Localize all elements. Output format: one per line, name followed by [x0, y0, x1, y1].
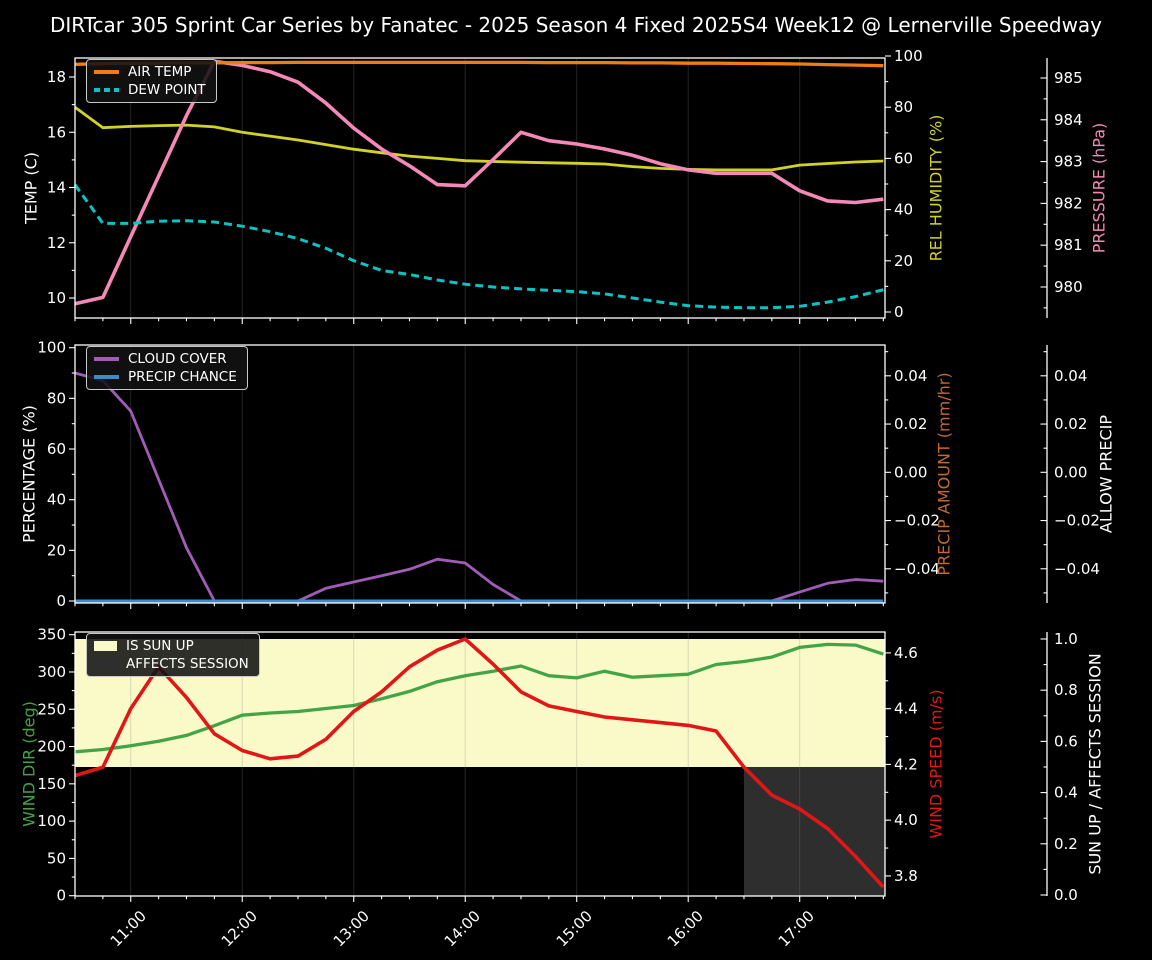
precip-amount-axis-label: PRECIP AMOUNT (mm/hr)	[934, 372, 954, 576]
tick-label: 0.00	[894, 463, 927, 481]
cloud-precip-legend: CLOUD COVER PRECIP CHANCE	[86, 346, 248, 390]
sun-up-patch-swatch	[94, 641, 117, 651]
allow-precip-axis-label: ALLOW PRECIP	[1096, 414, 1116, 534]
legend-label: CLOUD COVER	[128, 351, 227, 367]
legend-item-dew-point: DEW POINT	[94, 82, 206, 98]
tick-label: 4.2	[894, 755, 918, 773]
tick-label: 100	[37, 812, 66, 830]
tick-label: 0.0	[1054, 886, 1078, 904]
tick-label: 0.8	[1054, 681, 1078, 699]
tick-label: 50	[47, 849, 66, 867]
tick-label: 985	[1054, 69, 1083, 87]
wind-sun-legend: IS SUN UP AFFECTS SESSION	[86, 633, 260, 677]
tick-label: 100	[37, 339, 66, 357]
humidity-axis-label: REL HUMIDITY (%)	[926, 114, 946, 262]
tick-label: 4.4	[894, 700, 918, 718]
tick-label: 0.02	[894, 415, 927, 433]
tick-label: 980	[1054, 278, 1083, 296]
tick-label: 16	[47, 123, 66, 141]
tick-label: 250	[37, 700, 66, 718]
wind-speed-axis-label: WIND SPEED (m/s)	[926, 689, 946, 839]
tick-label: 982	[1054, 194, 1083, 212]
legend-item-affects-session: AFFECTS SESSION	[94, 656, 249, 672]
tick-label: 0.2	[1054, 835, 1078, 853]
tick-label: −0.04	[894, 560, 940, 578]
tick-label: 10	[47, 289, 66, 307]
sun-up-axis-label: SUN UP / AFFECTS SESSION	[1085, 653, 1105, 875]
dew-point-line-swatch	[94, 88, 119, 92]
tick-label: 18	[47, 68, 66, 86]
tick-label: 983	[1054, 153, 1083, 171]
dew-point-line	[73, 183, 884, 310]
legend-label: AIR TEMP	[128, 64, 192, 80]
tick-label: 0.6	[1054, 732, 1078, 750]
forecast-chart-svg: 10 12 14 16 18 0 20 40 60 80 100 980 981 982 983 984 985…	[37, 47, 1100, 905]
tick-label: 0.4	[1054, 784, 1078, 802]
tick-label: 100	[894, 47, 923, 65]
tick-label: 0	[56, 592, 66, 610]
tick-label: 14	[47, 179, 66, 197]
tick-label: 40	[894, 201, 913, 219]
tick-label: 150	[37, 775, 66, 793]
tick-label: 4.0	[894, 811, 918, 829]
air-temp-line-swatch	[94, 70, 119, 74]
tick-label: 3.8	[894, 867, 918, 885]
tick-label: −0.04	[1054, 560, 1100, 578]
tick-label: 1.0	[1054, 630, 1078, 648]
tick-label: 60	[894, 149, 913, 167]
precip-chance-line-swatch	[94, 375, 119, 379]
legend-label: IS SUN UP	[126, 638, 194, 654]
tick-label: 200	[37, 738, 66, 756]
rel-humidity-line	[74, 106, 884, 172]
legend-item-is-sun-up: IS SUN UP	[94, 638, 249, 654]
cloud-cover-line	[74, 371, 884, 603]
tick-label: 80	[894, 98, 913, 116]
tick-label: 300	[37, 663, 66, 681]
tick-label: 80	[47, 389, 66, 407]
tick-label: 4.6	[894, 644, 918, 662]
pressure-axis-label: PRESSURE (hPa)	[1089, 122, 1109, 254]
tick-label: −0.02	[1054, 512, 1100, 530]
legend-label: DEW POINT	[128, 82, 206, 98]
tick-label: 0	[894, 303, 904, 321]
legend-item-precip-chance: PRECIP CHANCE	[94, 369, 237, 385]
tick-label: 0.02	[1054, 415, 1087, 433]
tick-label: 0.04	[1054, 367, 1087, 385]
affects-session-patch-swatch	[94, 659, 117, 669]
tick-label: 350	[37, 626, 66, 644]
percentage-axis-label: PERCENTAGE (%)	[19, 405, 39, 543]
tick-label: 0.04	[894, 367, 927, 385]
tick-label: −0.02	[894, 512, 940, 530]
weather-forecast-panel: DIRTcar 305 Sprint Car Series by Fanatec…	[0, 0, 1152, 960]
tick-label: 60	[47, 440, 66, 458]
tick-label: 981	[1054, 236, 1083, 254]
tick-label: 12	[47, 234, 66, 252]
tick-label: 0	[56, 887, 66, 905]
tick-label: 0.00	[1054, 463, 1087, 481]
tick-label: 984	[1054, 111, 1083, 129]
legend-item-air-temp: AIR TEMP	[94, 64, 206, 80]
temp-legend: AIR TEMP DEW POINT	[86, 59, 217, 103]
tick-label: 20	[894, 252, 913, 270]
cloud-cover-line-swatch	[94, 357, 119, 361]
legend-label: PRECIP CHANCE	[128, 369, 237, 385]
temp-axis-label: TEMP (C)	[21, 151, 41, 225]
tick-label: 20	[47, 541, 66, 559]
wind-dir-axis-label: WIND DIR (deg)	[19, 701, 39, 827]
tick-label: 40	[47, 491, 66, 509]
legend-item-cloud-cover: CLOUD COVER	[94, 351, 237, 367]
legend-label: AFFECTS SESSION	[126, 656, 249, 672]
